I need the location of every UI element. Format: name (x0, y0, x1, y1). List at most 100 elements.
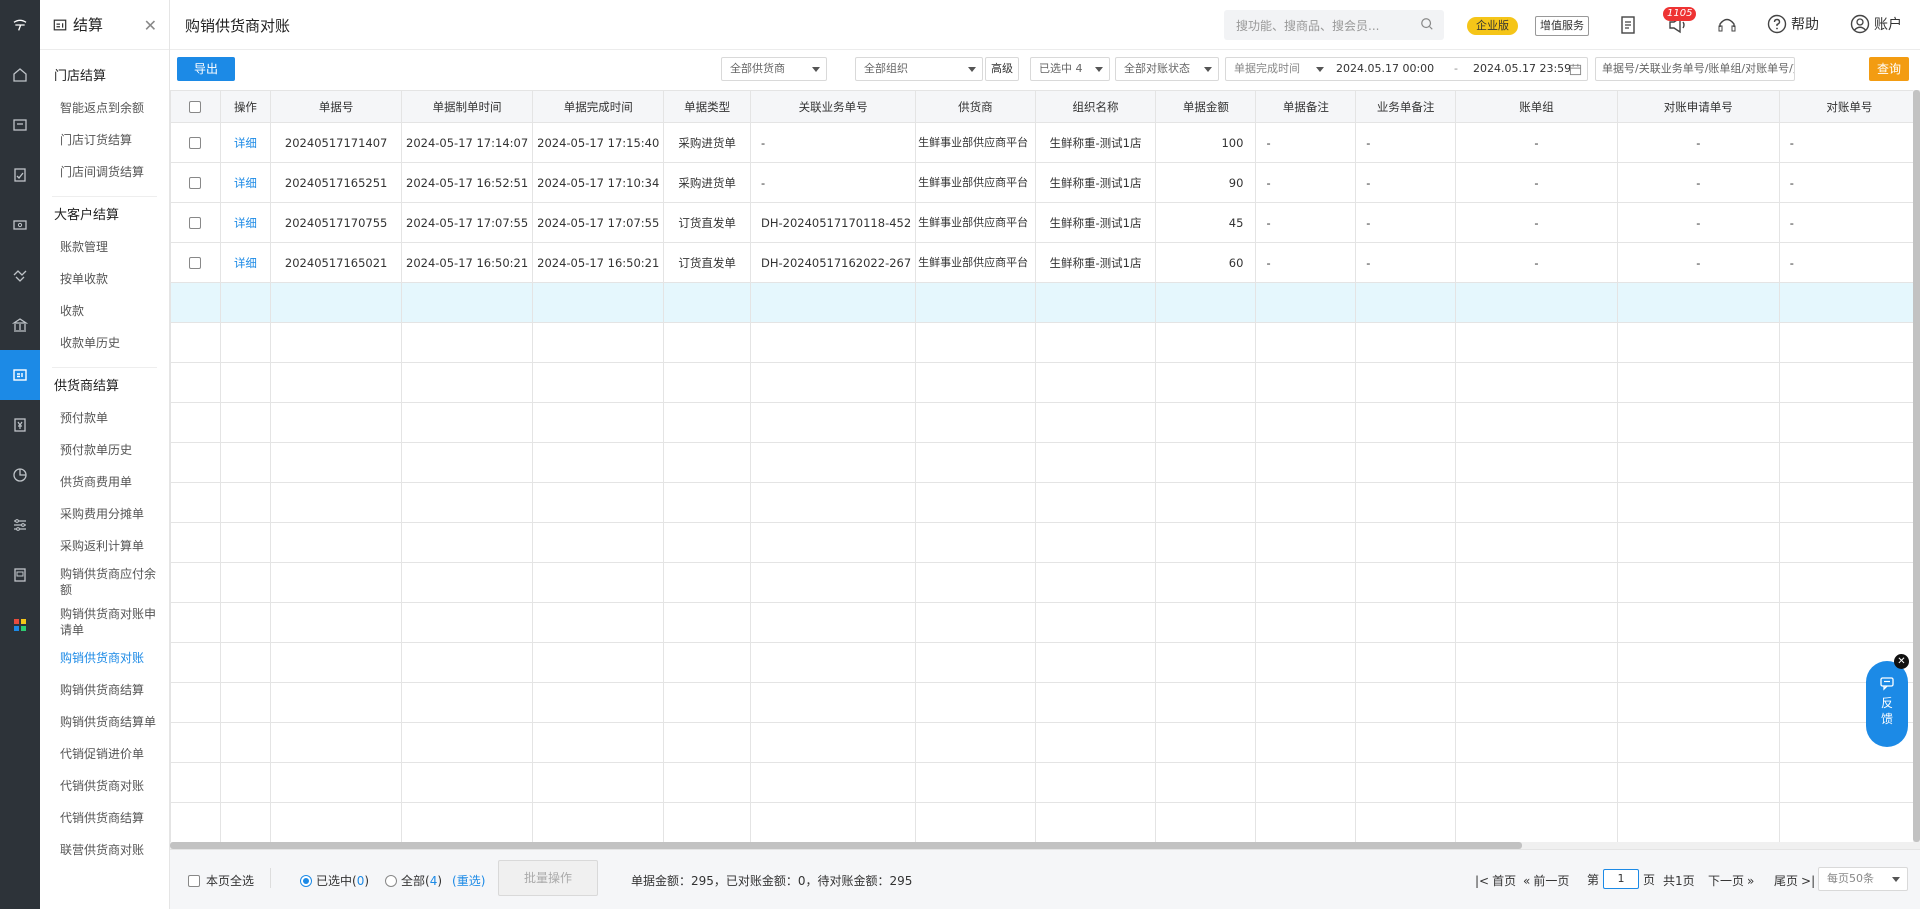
sidebar-item-receipt-history[interactable]: 收款单历史 (40, 327, 169, 359)
search-icon[interactable] (1420, 17, 1434, 31)
row-checkbox[interactable] (189, 217, 202, 229)
selected-scope-radio[interactable]: 已选中(0) (300, 872, 369, 889)
sidebar-item-store-order-settlement[interactable]: 门店订货结算 (40, 124, 169, 156)
global-search-input[interactable]: 搜功能、搜商品、搜会员... (1224, 10, 1444, 40)
supplier-select[interactable]: 全部供货商 (721, 57, 827, 81)
horizontal-scroll-thumb[interactable] (170, 842, 1522, 849)
sidebar-item-supplier-fee[interactable]: 供货商费用单 (40, 466, 169, 498)
row-select-cell[interactable] (170, 242, 221, 283)
sidebar-item-consign-reconciliation[interactable]: 代销供货商对账 (40, 770, 169, 802)
org-select[interactable]: 全部组织 (855, 57, 983, 81)
sidebar-item-supplier-settlement[interactable]: 购销供货商结算 (40, 674, 169, 706)
sidebar-item-consign-settlement[interactable]: 代销供货商结算 (40, 802, 169, 834)
support-headset-icon[interactable] (1716, 14, 1738, 36)
select-all-checkbox[interactable] (189, 101, 202, 113)
sidebar-item-consign-promo-price[interactable]: 代销促销进价单 (40, 738, 169, 770)
export-button[interactable]: 导出 (177, 57, 235, 81)
date-range-picker[interactable]: 单据完成时间 2024.05.17 00:00 - 2024.05.17 23:… (1225, 57, 1588, 81)
date-type-select[interactable]: 单据完成时间 (1234, 58, 1300, 80)
batch-operation-button[interactable]: 批量操作 (498, 860, 598, 896)
per-page-select[interactable]: 每页50条 (1818, 867, 1908, 891)
report-icon[interactable] (0, 450, 40, 500)
sidebar-item-accounts[interactable]: 账款管理 (40, 231, 169, 263)
row-select-cell[interactable] (170, 162, 221, 203)
detail-link[interactable]: 详细 (219, 202, 272, 243)
doc-type-select[interactable]: 已选中 4 (1030, 57, 1110, 81)
apps-icon[interactable] (0, 600, 40, 650)
help-button[interactable]: 帮助 (1767, 14, 1819, 34)
col-header[interactable]: 单据完成时间 (532, 90, 665, 123)
close-icon[interactable]: ✕ (144, 16, 157, 35)
detail-link[interactable]: 详细 (219, 122, 272, 163)
sidebar-item-receipt-by-order[interactable]: 按单收款 (40, 263, 169, 295)
row-checkbox[interactable] (189, 177, 202, 189)
select-page-toggle[interactable]: 本页全选 (188, 872, 254, 889)
date-start[interactable]: 2024.05.17 00:00 (1336, 58, 1434, 80)
cashier-icon[interactable] (0, 200, 40, 250)
col-header[interactable]: 对账单号 (1778, 90, 1920, 123)
sidebar-item-prepayment[interactable]: 预付款单 (40, 402, 169, 434)
first-page-button[interactable]: |< 首页 (1475, 872, 1516, 889)
all-radio[interactable] (385, 874, 397, 887)
sidebar-item-store-transfer-settlement[interactable]: 门店间调货结算 (40, 156, 169, 188)
col-header[interactable]: 单据备注 (1255, 90, 1357, 123)
col-header[interactable]: 供货商 (915, 90, 1036, 123)
task-list-icon[interactable] (1617, 14, 1639, 36)
register-icon[interactable] (0, 550, 40, 600)
goods-icon[interactable] (0, 100, 40, 150)
feedback-button[interactable]: ✕ 反 馈 (1866, 654, 1909, 747)
last-page-button[interactable]: 尾页 >| (1774, 872, 1815, 889)
reselect-link[interactable]: (重选) (452, 872, 485, 889)
page-number-input[interactable]: 1 (1603, 869, 1640, 889)
table-row[interactable]: 详细 20240517165021 2024-05-17 16:50:21 20… (170, 242, 1920, 283)
col-header[interactable]: 单据制单时间 (400, 90, 534, 123)
select-page-checkbox[interactable] (188, 874, 200, 887)
settlement-icon[interactable] (0, 350, 40, 400)
bank-icon[interactable] (0, 300, 40, 350)
sidebar-item-purchase-rebate[interactable]: 采购返利计算单 (40, 530, 169, 562)
sidebar-item-supplier-settlement-doc[interactable]: 购销供货商结算单 (40, 706, 169, 738)
sidebar-item-smart-rebate[interactable]: 智能返点到余额 (40, 92, 169, 124)
recon-status-select[interactable]: 全部对账状态 (1115, 57, 1219, 81)
row-select-cell[interactable] (170, 122, 221, 163)
sidebar-item-payable-balance[interactable]: 购销供货商应付余额 (40, 562, 169, 602)
col-header[interactable]: 账单组 (1455, 90, 1618, 123)
row-checkbox[interactable] (189, 137, 202, 149)
close-icon[interactable]: ✕ (1894, 654, 1909, 669)
account-button[interactable]: 账户 (1850, 14, 1902, 34)
advanced-button[interactable]: 高级 (985, 57, 1019, 81)
row-select-cell[interactable] (170, 202, 221, 243)
keyword-input[interactable]: 单据号/关联业务单号/账单组/对账单号/对 (1595, 57, 1795, 81)
query-button[interactable]: 查询 (1869, 57, 1909, 81)
handshake-icon[interactable] (0, 250, 40, 300)
next-page-button[interactable]: 下一页» (1708, 872, 1754, 889)
all-scope-radio[interactable]: 全部(4) (重选) (385, 872, 485, 889)
table-row[interactable]: 详细 20240517170755 2024-05-17 17:07:55 20… (170, 202, 1920, 243)
col-header[interactable]: 关联业务单号 (749, 90, 917, 123)
col-header[interactable]: 业务单备注 (1355, 90, 1457, 123)
vertical-scrollbar[interactable] (1913, 90, 1920, 842)
order-icon[interactable] (0, 150, 40, 200)
table-row[interactable]: 详细 20240517165251 2024-05-17 16:52:51 20… (170, 162, 1920, 203)
horizontal-scrollbar[interactable] (170, 842, 1920, 849)
table-row[interactable]: 详细 20240517171407 2024-05-17 17:14:07 20… (170, 122, 1920, 163)
sidebar-item-supplier-reconciliation[interactable]: 购销供货商对账 (40, 642, 169, 674)
row-checkbox[interactable] (189, 257, 202, 269)
col-header[interactable]: 单据类型 (663, 90, 751, 123)
settings-sliders-icon[interactable] (0, 500, 40, 550)
col-header[interactable]: 单据金额 (1155, 90, 1257, 123)
detail-link[interactable]: 详细 (219, 242, 272, 283)
date-end[interactable]: 2024.05.17 23:59 (1473, 58, 1571, 80)
sidebar-item-prepayment-history[interactable]: 预付款单历史 (40, 434, 169, 466)
home-icon[interactable] (0, 50, 40, 100)
sidebar-item-recon-application[interactable]: 购销供货商对账申请单 (40, 602, 169, 642)
selected-radio[interactable] (300, 874, 312, 887)
sidebar-item-receipt[interactable]: 收款 (40, 295, 169, 327)
col-header[interactable]: 单据号 (270, 90, 402, 123)
vertical-scroll-thumb[interactable] (1913, 90, 1920, 842)
logo-icon[interactable] (0, 0, 40, 50)
sidebar-item-purchase-fee-allocation[interactable]: 采购费用分摊单 (40, 498, 169, 530)
select-all-header[interactable] (170, 90, 221, 123)
col-header[interactable]: 对账申请单号 (1616, 90, 1780, 123)
edition-badge[interactable]: 企业版 (1467, 17, 1518, 35)
